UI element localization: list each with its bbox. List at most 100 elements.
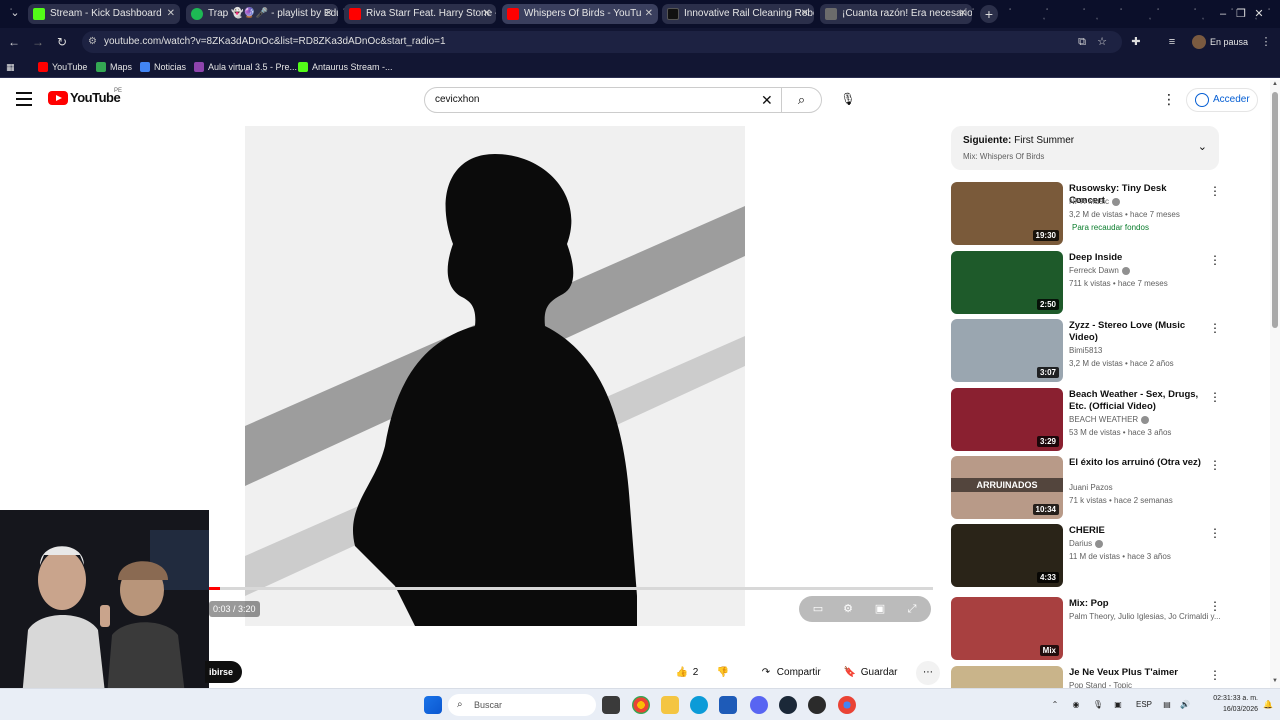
subscribe-button[interactable]: ibirse	[205, 661, 242, 683]
video-thumbnail[interactable]: 2:50	[951, 251, 1063, 314]
video-options-icon[interactable]: ⋮	[1209, 668, 1221, 682]
video-options-icon[interactable]: ⋮	[1209, 321, 1221, 335]
video-title[interactable]: El éxito los arruinó (Otra vez)	[1069, 457, 1205, 469]
subtitles-icon[interactable]: ▭	[807, 596, 829, 622]
menu-icon[interactable]	[16, 92, 32, 106]
browser-tab[interactable]: Stream - Kick Dashboard ✕	[28, 4, 180, 24]
dislike-icon[interactable]: 👎	[715, 661, 731, 685]
new-tab-button[interactable]: +	[980, 5, 998, 23]
recommendation-item[interactable]: 3:07 Zyzz - Stereo Love (Music Video) Bimi…	[951, 319, 1221, 383]
channel-name[interactable]: Darius	[1069, 539, 1104, 548]
video-title[interactable]: Mix: Pop	[1069, 598, 1205, 610]
video-title[interactable]: Deep Inside	[1069, 252, 1205, 264]
install-app-icon[interactable]: ⧉	[1074, 34, 1090, 50]
clear-search-icon[interactable]: ✕	[761, 88, 773, 112]
video-thumbnail[interactable]	[951, 666, 1063, 688]
taskbar-search[interactable]: ⌕ Buscar	[448, 694, 596, 716]
tab-search-icon[interactable]: ⌄	[8, 6, 22, 20]
bookmark-maps[interactable]: Maps	[94, 59, 132, 75]
channel-name[interactable]: Pop Stand - Topic	[1069, 681, 1132, 688]
forward-icon[interactable]: →	[30, 34, 46, 50]
scrollbar-thumb[interactable]	[1272, 92, 1278, 328]
like-icon[interactable]: 👍	[674, 661, 690, 685]
video-title[interactable]: Je Ne Veux Plus T'aimer	[1069, 667, 1205, 679]
bookmark-youtube[interactable]: YouTube	[36, 59, 87, 75]
chrome-icon[interactable]	[632, 696, 650, 714]
notification-bell-icon[interactable]: 🔔	[1262, 689, 1274, 721]
video-options-icon[interactable]: ⋮	[1209, 599, 1221, 613]
browser-tab[interactable]: Innovative Rail Cleaning Robot ✕	[662, 4, 814, 24]
store-icon[interactable]	[719, 696, 737, 714]
reload-icon[interactable]: ↻	[54, 34, 70, 50]
channel-name[interactable]: NPR Music	[1069, 197, 1121, 206]
save-button[interactable]: 🔖 Guardar	[840, 661, 904, 685]
video-options-icon[interactable]: ⋮	[1209, 184, 1221, 198]
page-scrollbar[interactable]: ▲ ▼	[1270, 80, 1280, 688]
recommendation-item[interactable]: Je Ne Veux Plus T'aimer Pop Stand - Topic…	[951, 666, 1221, 688]
edge-icon[interactable]	[690, 696, 708, 714]
scroll-down-icon[interactable]: ▼	[1271, 678, 1279, 684]
channel-name[interactable]: BEACH WEATHER	[1069, 415, 1150, 424]
video-thumbnail[interactable]: 3:07	[951, 319, 1063, 382]
video-options-icon[interactable]: ⋮	[1209, 526, 1221, 540]
file-explorer-icon[interactable]	[661, 696, 679, 714]
video-thumbnail[interactable]: Mix	[951, 597, 1063, 660]
browser-tab[interactable]: Riva Starr Feat. Harry Stone - I ✕	[344, 4, 496, 24]
minimize-icon[interactable]: –	[1214, 4, 1232, 24]
windows-start-icon[interactable]	[424, 696, 442, 714]
back-icon[interactable]: ←	[6, 34, 22, 50]
close-tab-icon[interactable]: ✕	[325, 4, 333, 24]
video-thumbnail[interactable]: ARRUINADOS 10:34	[951, 456, 1063, 519]
tray-app-icon[interactable]: ◉	[1068, 689, 1084, 721]
chevron-down-icon[interactable]: ⌄	[1198, 140, 1207, 153]
tray-gpu-icon[interactable]: ▣	[1110, 689, 1126, 721]
video-title[interactable]: Zyzz - Stereo Love (Music Video)	[1069, 320, 1205, 344]
close-tab-icon[interactable]: ✕	[483, 4, 491, 24]
channel-name[interactable]: Bimi5813	[1069, 346, 1102, 355]
obs-icon[interactable]	[808, 696, 826, 714]
signin-button[interactable]: Acceder	[1186, 88, 1258, 112]
recommendation-item[interactable]: 2:50 Deep Inside Ferreck Dawn 711 k vistas …	[951, 251, 1221, 315]
bookmark-star-icon[interactable]: ☆	[1094, 34, 1110, 50]
discord-icon[interactable]	[750, 696, 768, 714]
search-input[interactable]: cevicxhon	[435, 88, 479, 112]
more-actions-icon[interactable]: ⋯	[916, 661, 940, 685]
video-thumbnail[interactable]: 4:33	[951, 524, 1063, 587]
progress-bar[interactable]	[209, 587, 933, 590]
share-button[interactable]: ↷ Compartir	[754, 661, 832, 685]
video-options-icon[interactable]: ⋮	[1209, 390, 1221, 404]
browser-tab-active[interactable]: Whispers Of Birds - YouTu ✕	[502, 4, 658, 24]
profile-button[interactable]: En pausa	[1190, 32, 1248, 52]
video-thumbnail[interactable]: 3:29	[951, 388, 1063, 451]
settings-gear-icon[interactable]: ⚙	[837, 596, 859, 622]
search-button[interactable]: ⌕	[781, 88, 821, 112]
recommendation-item[interactable]: ARRUINADOS 10:34 El éxito los arruinó (Otr…	[951, 456, 1221, 520]
recommendation-item[interactable]: 3:29 Beach Weather - Sex, Drugs, Etc. (Of…	[951, 388, 1221, 452]
network-icon[interactable]: ▤	[1160, 689, 1174, 721]
tray-mic-icon[interactable]: 🎙	[1090, 689, 1106, 721]
video-options-icon[interactable]: ⋮	[1209, 253, 1221, 267]
bookmark-aula-virtual[interactable]: Aula virtual 3.5 - Pre...	[192, 59, 297, 75]
video-options-icon[interactable]: ⋮	[1209, 458, 1221, 472]
recommendation-item[interactable]: 4:33 CHERIE Darius 11 M de vistas • hace 3 …	[951, 524, 1221, 588]
close-tab-icon[interactable]: ✕	[801, 4, 809, 24]
video-thumbnail[interactable]: 19:30	[951, 182, 1063, 245]
fullscreen-icon[interactable]: ⤢	[901, 596, 923, 622]
volume-icon[interactable]: 🔊	[1178, 689, 1192, 721]
theater-mode-icon[interactable]: ▣	[869, 596, 891, 622]
channel-name[interactable]: Juani Pazos	[1069, 483, 1113, 492]
url-bar[interactable]: ⚙ youtube.com/watch?v=8ZKa3dADnOc&list=R…	[82, 31, 1122, 53]
restore-icon[interactable]: ❐	[1232, 4, 1250, 24]
reading-list-icon[interactable]: ≡	[1164, 34, 1180, 50]
recommendation-item[interactable]: 19:30 Rusowsky: Tiny Desk Concert NPR Musi…	[951, 182, 1221, 246]
chrome-active-icon[interactable]	[838, 696, 856, 714]
browser-tab[interactable]: ¡Cuanta razón! Era necesario p ✕	[820, 4, 972, 24]
channel-name[interactable]: Ferreck Dawn	[1069, 266, 1130, 275]
up-next-panel[interactable]: Siguiente: First Summer Mix: Whispers Of…	[951, 126, 1219, 170]
settings-more-icon[interactable]: ⋮	[1162, 90, 1176, 108]
search-box[interactable]: cevicxhon ✕ ⌕	[424, 87, 822, 113]
steam-icon[interactable]	[779, 696, 797, 714]
close-tab-icon[interactable]: ✕	[959, 4, 967, 24]
recommendation-item[interactable]: Mix Mix: Pop Palm Theory, Julio Iglesias, …	[951, 597, 1221, 661]
channel-name[interactable]: Palm Theory, Julio Iglesias, Jo Crimaldi…	[1069, 612, 1221, 621]
